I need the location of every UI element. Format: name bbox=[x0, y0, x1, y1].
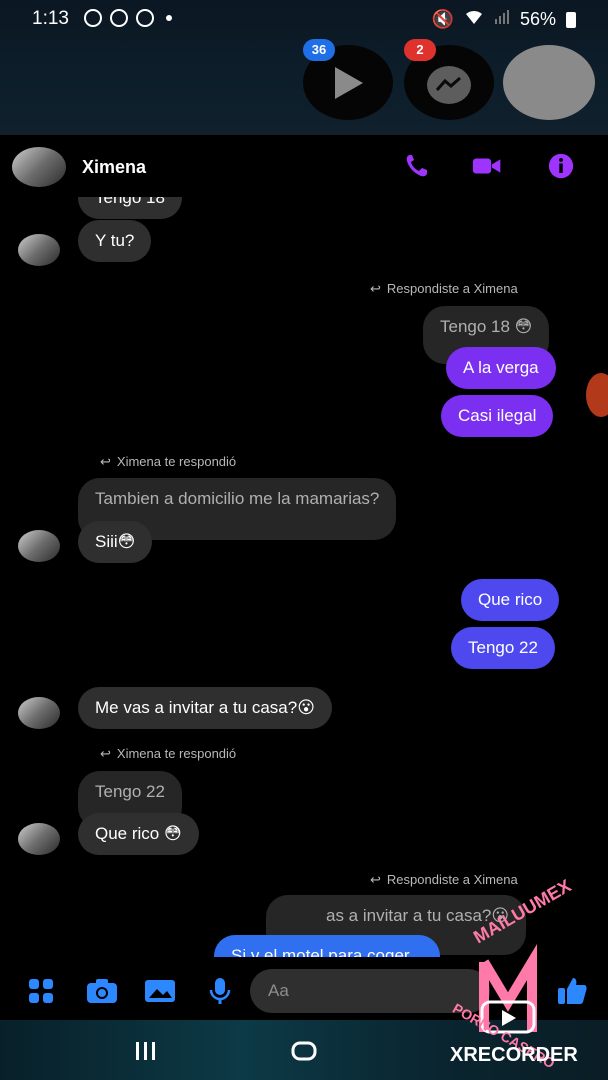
chat-head-video[interactable]: 36 bbox=[303, 39, 393, 120]
message-outgoing[interactable]: Tengo 22 bbox=[451, 627, 555, 669]
apps-grid-icon[interactable] bbox=[27, 977, 55, 1005]
message-outgoing[interactable]: Si y el motel para coger... bbox=[214, 935, 440, 957]
watermark-recorder-text: XRECORDER bbox=[450, 1044, 578, 1066]
reply-indicator: ↩ Ximena te respondió bbox=[100, 746, 237, 761]
home-icon[interactable] bbox=[290, 1040, 318, 1062]
more-notifications-dot-icon bbox=[166, 15, 172, 21]
chat-head-badge: 36 bbox=[303, 39, 335, 61]
floating-overlay-handle[interactable] bbox=[586, 373, 608, 417]
message-incoming[interactable]: Me vas a invitar a tu casa?😮 bbox=[78, 687, 332, 729]
mute-icon: 🔇 bbox=[431, 9, 454, 29]
message-incoming[interactable]: Tengo 18 bbox=[78, 197, 182, 219]
conversation-panel: Ximena Tengo 18 Y tu? ↩ Respondiste a Xim… bbox=[0, 135, 608, 1020]
microphone-icon[interactable] bbox=[206, 977, 234, 1005]
info-icon[interactable] bbox=[546, 153, 576, 179]
contact-avatar bbox=[18, 530, 60, 562]
chat-head-messenger[interactable]: 2 bbox=[404, 39, 494, 120]
reply-indicator: ↩ Respondiste a Ximena bbox=[370, 281, 518, 296]
message-input-placeholder: Aa bbox=[268, 981, 289, 1000]
reply-indicator: ↩ Respondiste a Ximena bbox=[370, 872, 518, 887]
account-icon bbox=[136, 9, 154, 27]
message-incoming[interactable]: Que rico 😳 bbox=[78, 813, 199, 855]
phone-call-icon[interactable] bbox=[403, 153, 433, 179]
contact-avatar[interactable] bbox=[12, 147, 66, 187]
contact-avatar bbox=[18, 823, 60, 855]
message-outgoing[interactable]: Casi ilegal bbox=[441, 395, 554, 437]
status-time: 1:13 bbox=[32, 8, 69, 29]
contact-avatar bbox=[18, 697, 60, 729]
message-outgoing[interactable]: A la verga bbox=[446, 347, 556, 389]
recents-icon[interactable] bbox=[134, 1040, 158, 1062]
conversation-header: Ximena bbox=[0, 135, 608, 195]
reply-indicator: ↩ Ximena te respondió bbox=[100, 454, 237, 469]
wifi-icon bbox=[464, 9, 484, 30]
gallery-icon[interactable] bbox=[144, 977, 176, 1005]
chat-head-badge: 2 bbox=[404, 39, 436, 61]
message-list[interactable]: Tengo 18 Y tu? ↩ Respondiste a Ximena Ten… bbox=[0, 197, 608, 957]
signal-icon bbox=[494, 9, 510, 30]
reply-arrow-icon: ↩ bbox=[370, 281, 381, 296]
contact-avatar bbox=[18, 234, 60, 266]
status-notification-icons bbox=[84, 9, 172, 27]
status-right: 🔇 56% bbox=[432, 9, 576, 30]
reply-arrow-icon: ↩ bbox=[100, 746, 111, 761]
battery-percent: 56% bbox=[519, 9, 556, 29]
chat-head-avatar[interactable] bbox=[503, 45, 595, 120]
message-incoming[interactable]: Siii😳 bbox=[78, 521, 153, 563]
camera-icon[interactable] bbox=[86, 977, 118, 1005]
reply-arrow-icon: ↩ bbox=[100, 454, 111, 469]
contact-name[interactable]: Ximena bbox=[82, 157, 146, 178]
battery-icon bbox=[566, 11, 576, 28]
dnd-icon bbox=[110, 9, 128, 27]
status-bar: 1:13 🔇 56% bbox=[0, 0, 608, 38]
reply-arrow-icon: ↩ bbox=[370, 872, 381, 887]
message-incoming[interactable]: Y tu? bbox=[78, 220, 152, 262]
video-call-icon[interactable] bbox=[472, 153, 502, 179]
message-outgoing[interactable]: Que rico bbox=[461, 579, 560, 621]
whatsapp-icon bbox=[84, 9, 102, 27]
